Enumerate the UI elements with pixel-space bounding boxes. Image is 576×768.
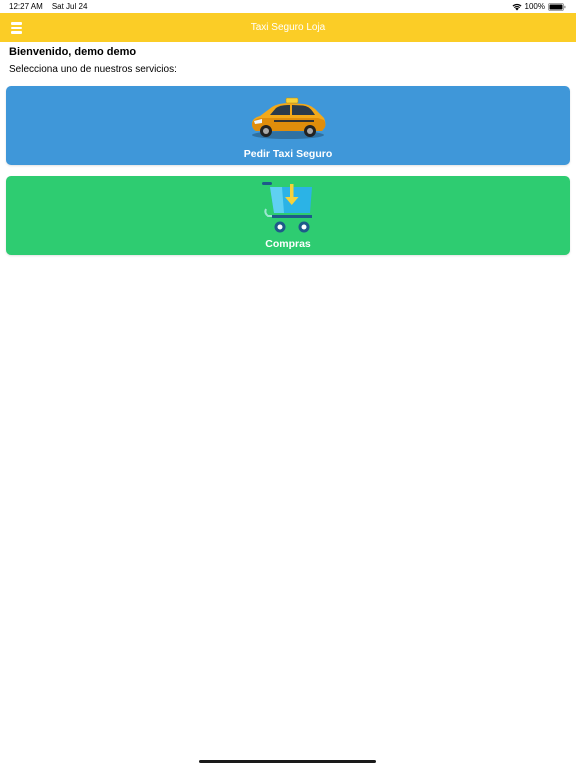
- welcome-title: Bienvenido, demo demo: [9, 46, 137, 58]
- service-label-compras: Compras: [265, 238, 311, 250]
- service-card-taxi[interactable]: Pedir Taxi Seguro: [6, 86, 570, 165]
- welcome-subtitle: Selecciona uno de nuestros servicios:: [9, 64, 177, 75]
- status-left: 12:27 AM Sat Jul 24: [9, 2, 87, 11]
- status-bar: 12:27 AM Sat Jul 24 100%: [0, 0, 576, 13]
- battery-icon: [548, 2, 566, 11]
- status-right: 100%: [512, 2, 566, 11]
- home-indicator[interactable]: [199, 760, 376, 763]
- wifi-icon: [512, 3, 522, 10]
- status-time: 12:27 AM: [9, 2, 43, 11]
- service-card-compras[interactable]: Compras: [6, 176, 570, 255]
- battery-percent: 100%: [524, 2, 545, 11]
- app-header: Taxi Seguro Loja: [0, 13, 576, 42]
- taxi-car-icon: [252, 97, 326, 139]
- service-label-taxi: Pedir Taxi Seguro: [243, 148, 333, 160]
- app-screen: 12:27 AM Sat Jul 24 100% Taxi Seguro Loj…: [0, 0, 576, 768]
- status-date: Sat Jul 24: [51, 2, 88, 11]
- shopping-cart-icon: [262, 182, 312, 233]
- header-title: Taxi Seguro Loja: [250, 22, 326, 33]
